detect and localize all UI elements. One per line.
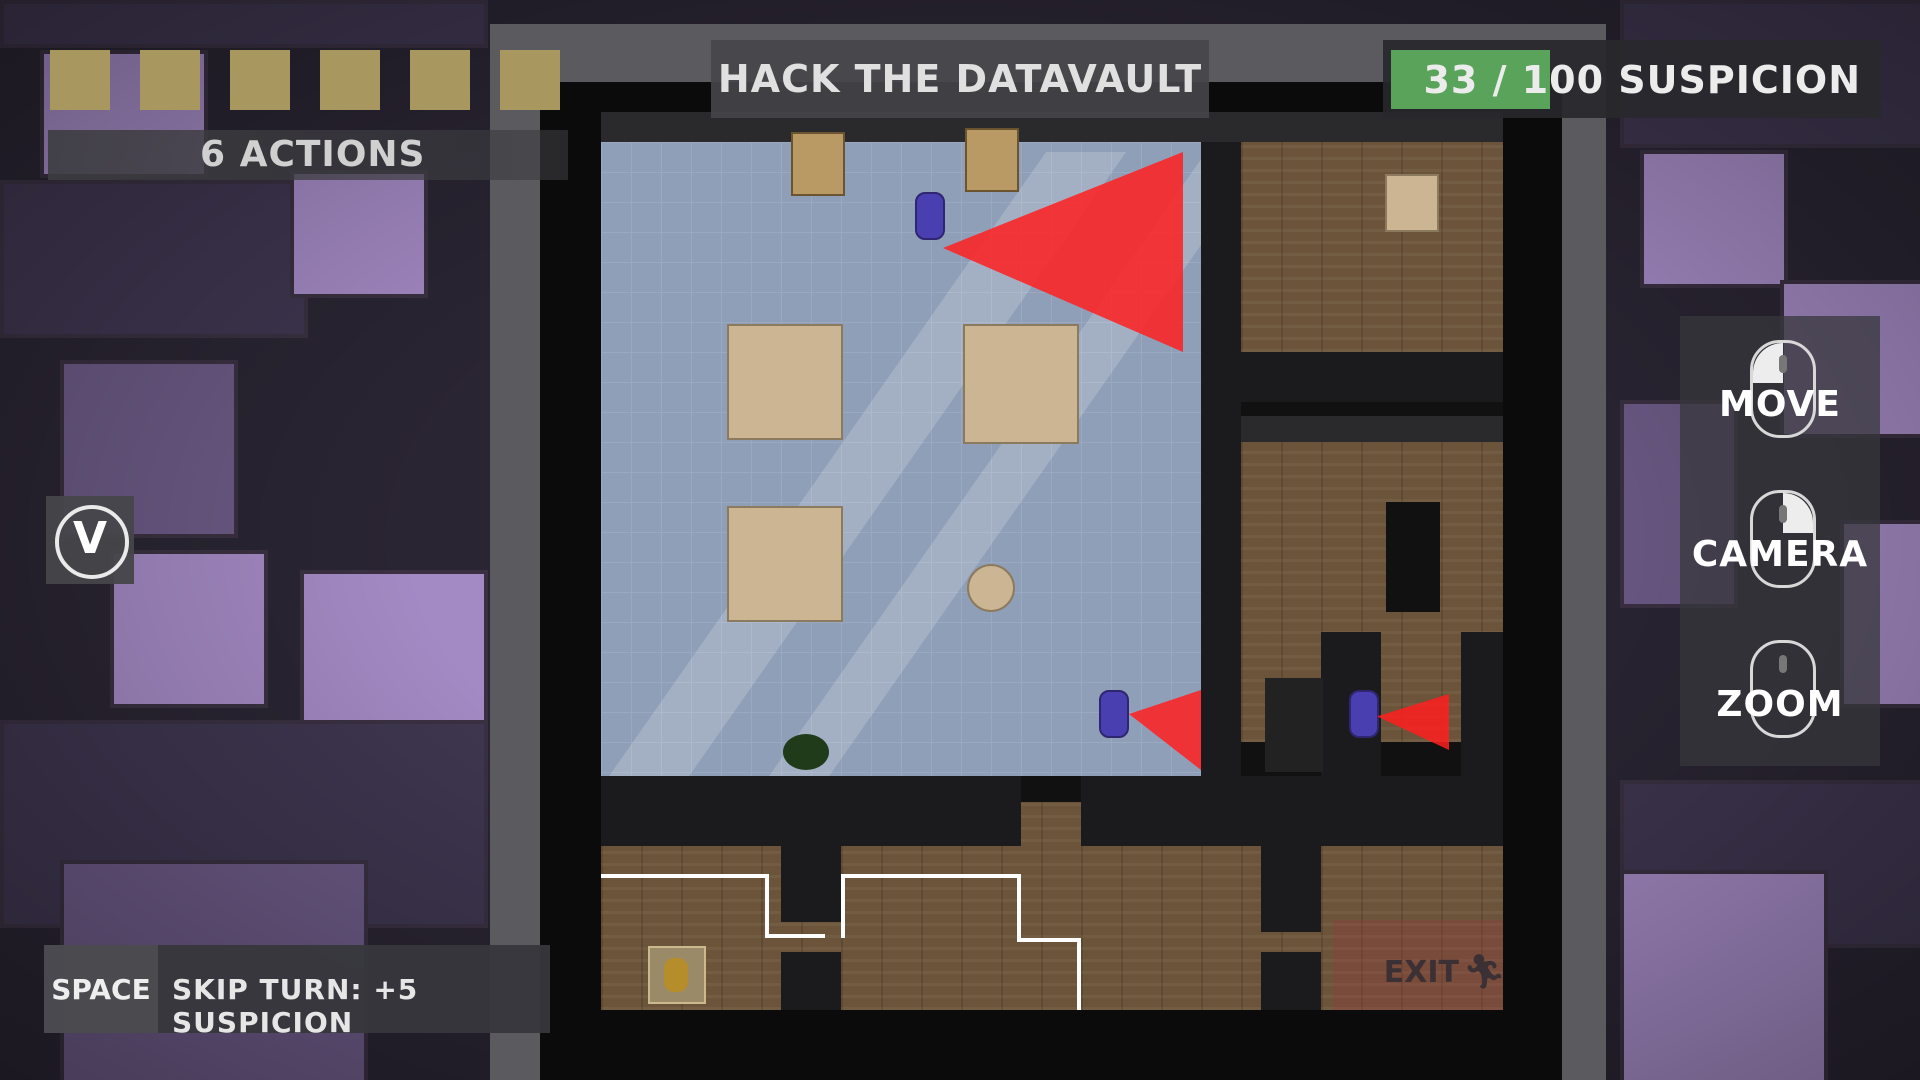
control-label: CAMERA (1691, 534, 1869, 575)
actions-count: 6 ACTIONS (48, 130, 568, 180)
guard[interactable] (1099, 690, 1129, 738)
space-key-label: SPACE (51, 973, 151, 1006)
suspicion-current: 33 (1423, 58, 1479, 102)
view-toggle-key: V (72, 513, 108, 564)
crate (965, 128, 1019, 192)
running-person-icon: 🏃︎ (1463, 952, 1503, 992)
control-zoom: ZOOM (1680, 640, 1880, 760)
potted-plant (783, 734, 829, 770)
suspicion-max: 100 SUSPICION (1521, 58, 1861, 102)
room-upper-right (1241, 142, 1503, 364)
control-label: MOVE (1719, 384, 1841, 425)
control-camera: CAMERA (1680, 490, 1880, 610)
action-point (50, 50, 110, 110)
control-label: ZOOM (1716, 684, 1844, 725)
exit-zone[interactable]: EXIT 🏃︎ (1333, 920, 1503, 1010)
player-character[interactable] (648, 946, 706, 1004)
office-desk (963, 324, 1079, 444)
suspicion-separator: / (1492, 58, 1508, 102)
action-point (500, 50, 560, 110)
computer-desk (1385, 174, 1439, 232)
view-toggle-button[interactable]: V (46, 496, 134, 584)
space-key: SPACE (44, 945, 158, 1033)
controls-legend: MOVE CAMERA ZOOM (1680, 316, 1880, 766)
office-desk (727, 506, 843, 622)
suspicion-meter: 33 / 100 SUSPICION (1383, 40, 1881, 118)
objective-banner: HACK THE DATAVAULT (711, 40, 1209, 118)
action-point (140, 50, 200, 110)
dark-desk (1265, 678, 1323, 772)
skip-turn-button[interactable]: SPACE SKIP TURN: +5 SUSPICION (44, 945, 550, 1039)
bed (1386, 502, 1440, 612)
actions-label: 6 ACTIONS (200, 134, 426, 175)
suspicion-text: 33 / 100 SUSPICION (1383, 58, 1861, 102)
action-points-panel (40, 40, 572, 122)
round-table (967, 564, 1015, 612)
guard[interactable] (1349, 690, 1379, 738)
control-move: MOVE (1680, 340, 1880, 460)
crate (791, 132, 845, 196)
action-point (230, 50, 290, 110)
office-desk (727, 324, 843, 440)
objective-text: HACK THE DATAVAULT (717, 57, 1203, 101)
game-board[interactable]: EXIT 🏃︎ (601, 112, 1503, 1010)
guard[interactable] (915, 192, 945, 240)
exit-label: EXIT (1383, 955, 1459, 990)
skip-turn-description: SKIP TURN: +5 SUSPICION (172, 973, 419, 1039)
action-point (410, 50, 470, 110)
action-point (320, 50, 380, 110)
